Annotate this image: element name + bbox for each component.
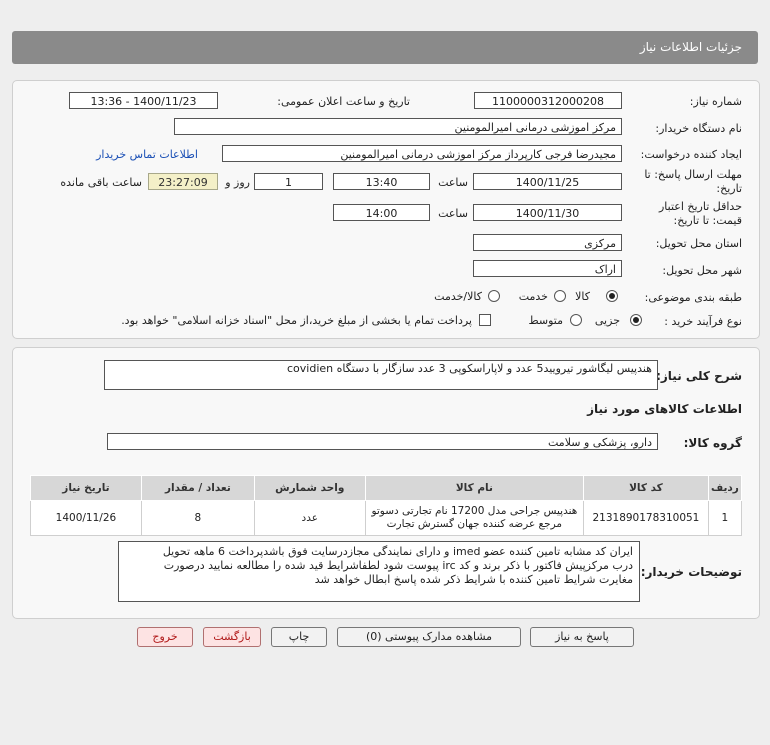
process-radio-medium[interactable]	[570, 314, 582, 326]
requester-label: ایجاد کننده درخواست:	[640, 148, 742, 161]
payment-note: پرداخت تمام یا بخشی از مبلغ خرید،از محل …	[121, 314, 472, 327]
buyer-notes-line-1: ایران کد مشابه تامین کننده عضو imed و دا…	[162, 545, 633, 558]
city-field: اراک	[473, 260, 622, 277]
cell-unit: عدد	[253, 500, 366, 536]
buyer-notes-line-3: مغایرت شرایط تامین کننده با شرایط ذکر شد…	[314, 573, 633, 586]
exit-button[interactable]: خروج	[137, 627, 193, 647]
col-name: نام کالا	[364, 475, 585, 501]
table-header-row: ردیف کد کالا نام کالا واحد شمارش تعداد /…	[30, 475, 743, 501]
process-radio-minor[interactable]	[630, 314, 642, 326]
days-label: روز و	[225, 176, 250, 189]
category-option-service: خدمت	[518, 290, 548, 303]
col-row: ردیف	[707, 475, 743, 501]
category-radio-service[interactable]	[554, 290, 566, 302]
payment-checkbox[interactable]	[479, 314, 491, 326]
category-option-goods-service: کالا/خدمت	[434, 290, 482, 303]
buyer-notes-field: ایران کد مشابه تامین کننده عضو imed و دا…	[118, 541, 640, 602]
goods-table: ردیف کد کالا نام کالا واحد شمارش تعداد /…	[30, 475, 743, 536]
col-code: کد کالا	[583, 475, 709, 501]
validity-label: حداقل تاریخ اعتبار	[658, 200, 742, 213]
validity-time-field: 14:00	[333, 204, 430, 221]
validity-label-2: قیمت: تا تاریخ:	[673, 214, 742, 227]
col-date: تاریخ نیاز	[30, 475, 142, 501]
reply-button[interactable]: پاسخ به نیاز	[530, 627, 634, 647]
cell-code: 2131890178310051	[583, 500, 709, 536]
reply-deadline-label-2: تاریخ:	[716, 182, 742, 195]
description-field: هندپیس لیگاشور تیرویید5 عدد و لاپاراسکوپ…	[104, 360, 658, 390]
goods-section-title: اطلاعات کالاهای مورد نیاز	[587, 402, 742, 416]
col-qty: تعداد / مقدار	[140, 475, 255, 501]
page-header: جزئیات اطلاعات نیاز	[12, 31, 758, 64]
cell-qty: 8	[140, 500, 255, 536]
province-field: مرکزی	[473, 234, 622, 251]
buyer-notes-line-2: درب مرکزپیش فاکتور با ذکر برند و کد irc …	[163, 559, 633, 572]
remaining-timer: 23:27:09	[148, 173, 218, 190]
cell-date: 1400/11/26	[30, 500, 142, 536]
contact-buyer-link[interactable]: اطلاعات تماس خریدار	[96, 148, 198, 161]
category-option-goods: کالا	[575, 290, 590, 303]
col-unit: واحد شمارش	[253, 475, 366, 501]
back-button[interactable]: بازگشت	[203, 627, 261, 647]
city-label: شهر محل تحویل:	[662, 264, 742, 277]
need-number-field: 1100000312000208	[474, 92, 622, 109]
reply-deadline-label: مهلت ارسال پاسخ: تا	[644, 168, 742, 181]
buyer-notes-label: توضیحات خریدار:	[640, 565, 742, 579]
page-title: جزئیات اطلاعات نیاز	[639, 40, 742, 54]
cell-row: 1	[707, 500, 743, 536]
requester-field: مجیدرضا فرجی کارپرداز مرکز اموزشی درمانی…	[222, 145, 622, 162]
province-label: استان محل تحویل:	[655, 237, 742, 250]
announce-field: 1400/11/23 - 13:36	[69, 92, 218, 109]
reply-time-label: ساعت	[438, 176, 468, 189]
goods-group-label: گروه کالا:	[683, 436, 742, 450]
table-row: 1 2131890178310051 هندپیس جراحی مدل 1720…	[30, 500, 743, 536]
description-label: شرح کلی نیاز:	[656, 369, 742, 383]
validity-date-field: 1400/11/30	[473, 204, 622, 221]
validity-time-label: ساعت	[438, 207, 468, 220]
category-radio-goods-service[interactable]	[488, 290, 500, 302]
buyer-org-label: نام دستگاه خریدار:	[655, 122, 742, 135]
reply-time-field: 13:40	[333, 173, 430, 190]
category-label: طبقه بندی موضوعی:	[644, 291, 742, 304]
attachments-button[interactable]: مشاهده مدارک پیوستی (0)	[337, 627, 521, 647]
process-option-medium: متوسط	[528, 314, 563, 327]
reply-date-field: 1400/11/25	[473, 173, 622, 190]
process-option-minor: جزیی	[594, 314, 620, 327]
remaining-label: ساعت باقی مانده	[60, 176, 142, 189]
cell-name: هندپیس جراحی مدل 17200 نام تجارتی دسوتو …	[364, 500, 585, 536]
print-button[interactable]: چاپ	[271, 627, 327, 647]
days-field: 1	[254, 173, 323, 190]
need-number-label: شماره نیاز:	[689, 95, 742, 108]
buyer-org-field: مرکز اموزشی درمانی امیرالمومنین	[174, 118, 622, 135]
process-label: نوع فرآیند خرید :	[664, 315, 742, 328]
announce-label: تاریخ و ساعت اعلان عمومی:	[277, 95, 410, 108]
goods-group-field: دارو، پزشکی و سلامت	[107, 433, 658, 450]
category-radio-goods[interactable]	[606, 290, 618, 302]
